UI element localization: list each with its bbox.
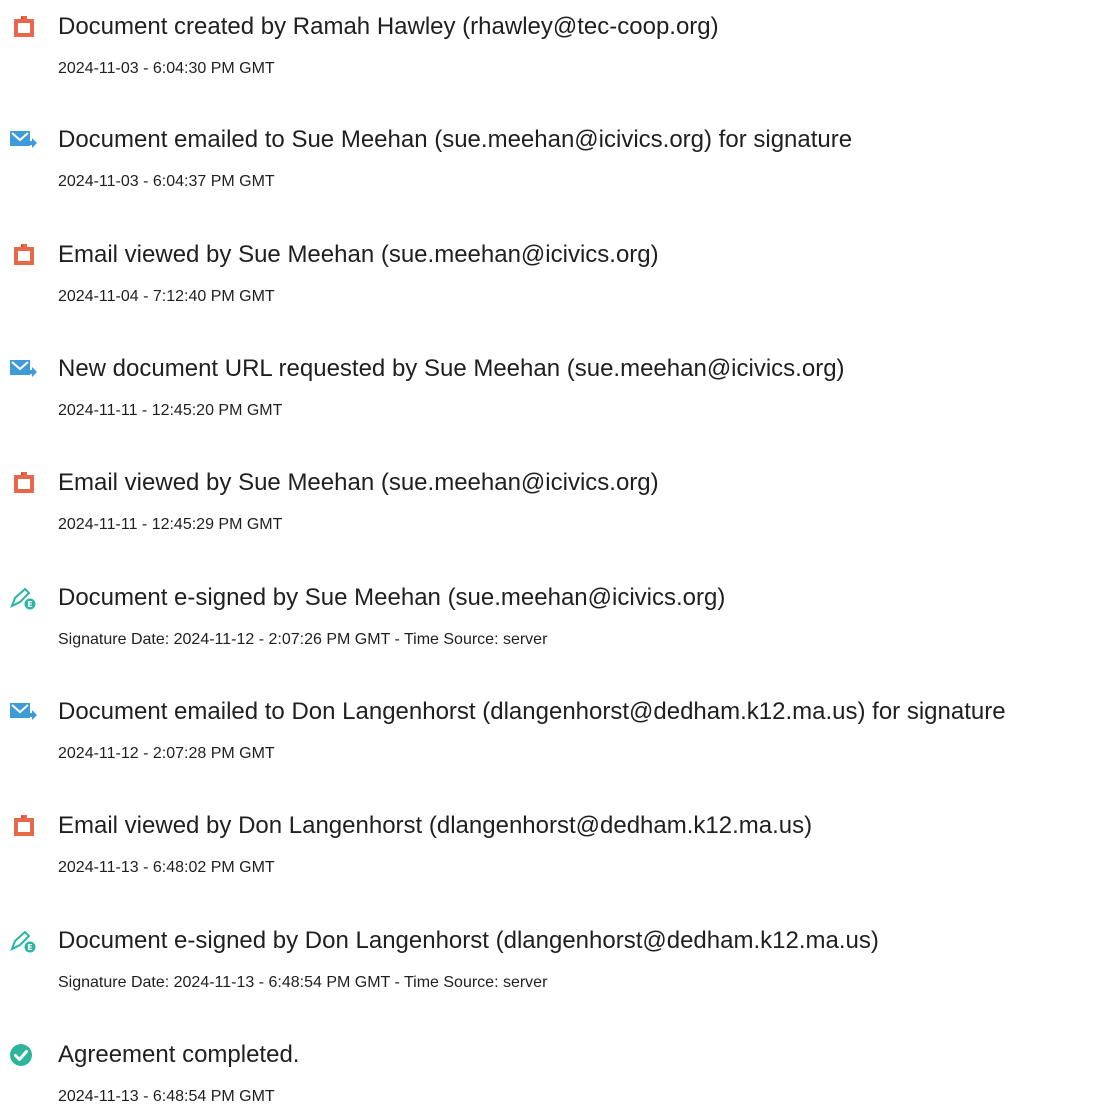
event-date: 2024-11-03 - 6:04:37 PM GMT (58, 173, 275, 190)
history-event: Document emailed to Sue Meehan (sue.meeh… (0, 125, 1111, 195)
history-event: Document emailed to Don Langenhorst (dla… (0, 697, 1111, 767)
event-title: Document emailed to Sue Meehan (sue.meeh… (58, 126, 853, 153)
history-event: Email viewed by Don Langenhorst (dlangen… (0, 811, 1111, 881)
event-date: 2024-11-11 - 12:45:20 PM GMT (58, 402, 283, 419)
event-title: Document e-signed by Don Langenhorst (dl… (58, 927, 879, 954)
event-title: Email viewed by Sue Meehan (sue.meehan@i… (58, 469, 659, 496)
email-sent-icon (8, 699, 38, 725)
event-title: Document e-signed by Sue Meehan (sue.mee… (58, 584, 726, 611)
event-date: Signature Date: 2024-11-13 - 6:48:54 PM … (58, 974, 548, 991)
svg-text:E: E (27, 943, 32, 952)
event-title: Document created by Ramah Hawley (rhawle… (58, 13, 719, 40)
history-event: Document created by Ramah Hawley (rhawle… (0, 12, 1111, 82)
event-title: New document URL requested by Sue Meehan… (58, 355, 845, 382)
document-viewed-icon (8, 242, 38, 268)
event-date: 2024-11-11 - 12:45:29 PM GMT (58, 516, 283, 533)
transaction-history: Document created by Ramah Hawley (rhawle… (0, 0, 1111, 1108)
event-title: Email viewed by Sue Meehan (sue.meehan@i… (58, 241, 659, 268)
document-viewed-icon (8, 813, 38, 839)
document-created-icon (8, 14, 38, 40)
email-sent-icon (8, 356, 38, 382)
event-date: Signature Date: 2024-11-12 - 2:07:26 PM … (58, 631, 548, 648)
history-event: New document URL requested by Sue Meehan… (0, 354, 1111, 424)
event-date: 2024-11-04 - 7:12:40 PM GMT (58, 288, 275, 305)
event-date: 2024-11-12 - 2:07:28 PM GMT (58, 745, 275, 762)
document-viewed-icon (8, 470, 38, 496)
e-sign-pen-icon: E (8, 585, 38, 611)
history-event: E Document e-signed by Don Langenhorst (… (0, 926, 1111, 996)
event-title: Agreement completed. (58, 1041, 300, 1068)
event-title: Email viewed by Don Langenhorst (dlangen… (58, 812, 813, 839)
history-event: Agreement completed. 2024-11-13 - 6:48:5… (0, 1040, 1111, 1110)
history-event: Email viewed by Sue Meehan (sue.meehan@i… (0, 240, 1111, 310)
email-sent-icon (8, 127, 38, 153)
history-event: Email viewed by Sue Meehan (sue.meehan@i… (0, 468, 1111, 538)
agreement-completed-icon (8, 1042, 38, 1068)
e-sign-pen-icon: E (8, 928, 38, 954)
svg-text:E: E (27, 600, 32, 609)
event-date: 2024-11-03 - 6:04:30 PM GMT (58, 60, 275, 77)
event-date: 2024-11-13 - 6:48:02 PM GMT (58, 859, 275, 876)
event-title: Document emailed to Don Langenhorst (dla… (58, 698, 1006, 725)
event-date: 2024-11-13 - 6:48:54 PM GMT (58, 1088, 275, 1105)
history-event: E Document e-signed by Sue Meehan (sue.m… (0, 583, 1111, 653)
